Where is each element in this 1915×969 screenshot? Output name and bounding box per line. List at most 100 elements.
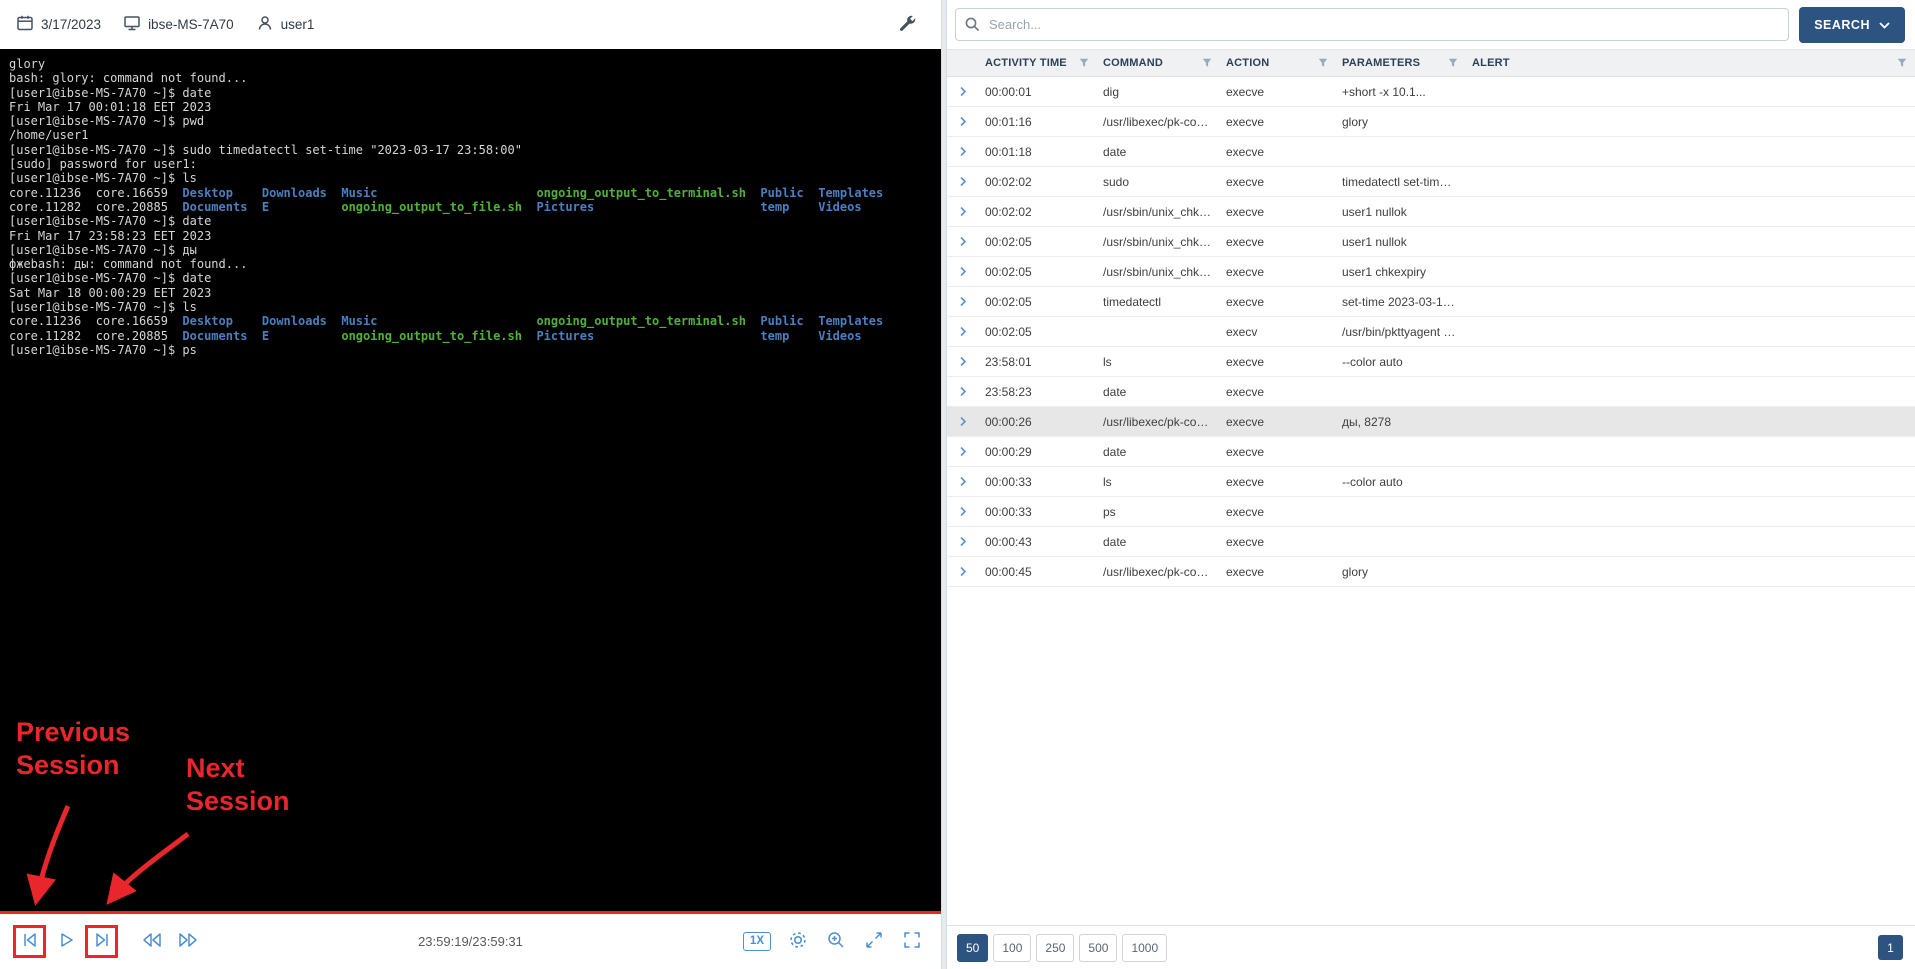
cell-activity-time: 00:01:16 <box>979 115 1097 129</box>
zoom-in-button[interactable] <box>825 929 847 954</box>
event-row[interactable]: 00:01:16/usr/libexec/pk-comma...execvegl… <box>947 107 1915 137</box>
playback-speed-button[interactable]: 1X <box>743 932 771 952</box>
column-header-action: ACTION <box>1220 50 1336 76</box>
app-root: 3/17/2023 ibse-MS-7A70 user1 <box>0 0 1915 969</box>
cell-command: ps <box>1097 505 1220 519</box>
rewind-icon <box>140 929 164 954</box>
page-size-1000[interactable]: 1000 <box>1122 934 1167 962</box>
row-expand-chevron-icon[interactable] <box>947 356 979 367</box>
terminal-line: Fri Mar 17 23:58:23 EET 2023 <box>9 229 941 243</box>
fast-forward-button[interactable] <box>174 928 201 955</box>
event-row[interactable]: 00:02:05timedatectlexecveset-time 2023-0… <box>947 287 1915 317</box>
event-row[interactable]: 00:02:02/usr/sbin/unix_chkpwdexecveuser1… <box>947 197 1915 227</box>
row-expand-chevron-icon[interactable] <box>947 116 979 127</box>
cell-parameters: user1 nullok <box>1336 235 1466 249</box>
play-button[interactable] <box>52 928 79 955</box>
previous-session-button[interactable] <box>16 928 43 955</box>
cell-command: /usr/sbin/unix_chkpwd <box>1097 265 1220 279</box>
player-settings-gear-button[interactable] <box>787 929 809 954</box>
filter-icon[interactable] <box>1891 58 1907 68</box>
row-expand-chevron-icon[interactable] <box>947 296 979 307</box>
event-row[interactable]: 00:00:26/usr/libexec/pk-comma...execveды… <box>947 407 1915 437</box>
search-button[interactable]: SEARCH <box>1799 7 1905 43</box>
cell-command: /usr/sbin/unix_chkpwd <box>1097 205 1220 219</box>
fullscreen-button[interactable] <box>901 929 923 954</box>
cell-activity-time: 23:58:01 <box>979 355 1097 369</box>
page-size-100[interactable]: 100 <box>993 934 1031 962</box>
cell-command: ls <box>1097 355 1220 369</box>
event-row[interactable]: 00:00:29dateexecve <box>947 437 1915 467</box>
row-expand-chevron-icon[interactable] <box>947 566 979 577</box>
terminal-line: core.11236 core.16659 Desktop Downloads … <box>9 186 941 200</box>
row-expand-chevron-icon[interactable] <box>947 266 979 277</box>
event-row[interactable]: 00:02:02sudoexecvetimedatectl set-time 2… <box>947 167 1915 197</box>
cell-action: execve <box>1220 475 1336 489</box>
cell-activity-time: 00:02:05 <box>979 295 1097 309</box>
cell-action: execve <box>1220 535 1336 549</box>
cell-action: execve <box>1220 175 1336 189</box>
search-input[interactable] <box>955 8 1789 41</box>
event-row[interactable]: 00:02:05/usr/sbin/unix_chkpwdexecveuser1… <box>947 257 1915 287</box>
event-row[interactable]: 00:02:05/usr/sbin/unix_chkpwdexecveuser1… <box>947 227 1915 257</box>
event-row[interactable]: 23:58:01lsexecve--color auto <box>947 347 1915 377</box>
cell-activity-time: 00:00:33 <box>979 505 1097 519</box>
event-row[interactable]: 23:58:23dateexecve <box>947 377 1915 407</box>
filter-icon[interactable] <box>1312 58 1328 68</box>
page-size-50[interactable]: 50 <box>957 934 988 962</box>
filter-icon[interactable] <box>1073 58 1089 68</box>
gear-icon <box>787 929 809 954</box>
expand-button[interactable] <box>863 929 885 954</box>
terminal-line: [user1@ibse-MS-7A70 ~]$ date <box>9 271 941 285</box>
expand-icon <box>863 929 885 954</box>
player-settings-wrench-button[interactable] <box>896 12 919 38</box>
terminal-line: [user1@ibse-MS-7A70 ~]$ date <box>9 86 941 100</box>
terminal-line: Sat Mar 18 00:00:29 EET 2023 <box>9 286 941 300</box>
event-row[interactable]: 00:00:43dateexecve <box>947 527 1915 557</box>
session-user-label: user1 <box>281 17 315 32</box>
terminal-line: /home/user1 <box>9 128 941 142</box>
row-expand-chevron-icon[interactable] <box>947 446 979 457</box>
row-expand-chevron-icon[interactable] <box>947 146 979 157</box>
filter-icon[interactable] <box>1442 58 1458 68</box>
page-size-500[interactable]: 500 <box>1079 934 1117 962</box>
terminal-line: [user1@ibse-MS-7A70 ~]$ pwd <box>9 114 941 128</box>
cell-action: execve <box>1220 295 1336 309</box>
cell-parameters: user1 nullok <box>1336 205 1466 219</box>
event-row[interactable]: 00:01:18dateexecve <box>947 137 1915 167</box>
row-expand-chevron-icon[interactable] <box>947 416 979 427</box>
row-expand-chevron-icon[interactable] <box>947 206 979 217</box>
page-size-250[interactable]: 250 <box>1036 934 1074 962</box>
cell-activity-time: 00:00:01 <box>979 85 1097 99</box>
event-row[interactable]: 00:02:05execv/usr/bin/pkttyagent --n... <box>947 317 1915 347</box>
terminal-line: bash: glory: command not found... <box>9 71 941 85</box>
next-session-button[interactable] <box>88 928 115 955</box>
row-expand-chevron-icon[interactable] <box>947 326 979 337</box>
row-expand-chevron-icon[interactable] <box>947 506 979 517</box>
row-expand-chevron-icon[interactable] <box>947 476 979 487</box>
cell-action: execve <box>1220 145 1336 159</box>
user-icon <box>256 14 274 35</box>
filter-icon[interactable] <box>1196 58 1212 68</box>
terminal-line: core.11282 core.20885 Documents E ongoin… <box>9 329 941 343</box>
current-page-badge[interactable]: 1 <box>1878 935 1903 960</box>
row-expand-chevron-icon[interactable] <box>947 236 979 247</box>
cell-activity-time: 23:58:23 <box>979 385 1097 399</box>
search-bar: SEARCH <box>947 0 1915 49</box>
cell-parameters: set-time 2023-03-17 23:... <box>1336 295 1466 309</box>
row-expand-chevron-icon[interactable] <box>947 86 979 97</box>
cell-command: date <box>1097 145 1220 159</box>
event-row[interactable]: 00:00:33lsexecve--color auto <box>947 467 1915 497</box>
row-expand-chevron-icon[interactable] <box>947 386 979 397</box>
calendar-icon <box>16 14 34 35</box>
cell-action: execve <box>1220 205 1336 219</box>
column-label: COMMAND <box>1103 57 1163 69</box>
event-row[interactable]: 00:00:01digexecve+short -x 10.1... <box>947 77 1915 107</box>
event-row[interactable]: 00:00:45/usr/libexec/pk-comma...execvegl… <box>947 557 1915 587</box>
column-label: PARAMETERS <box>1342 57 1420 69</box>
cell-action: execve <box>1220 385 1336 399</box>
rewind-button[interactable] <box>138 928 165 955</box>
player-controls-bar: 23:59:19/23:59:31 1X <box>0 914 941 969</box>
row-expand-chevron-icon[interactable] <box>947 176 979 187</box>
row-expand-chevron-icon[interactable] <box>947 536 979 547</box>
event-row[interactable]: 00:00:33psexecve <box>947 497 1915 527</box>
